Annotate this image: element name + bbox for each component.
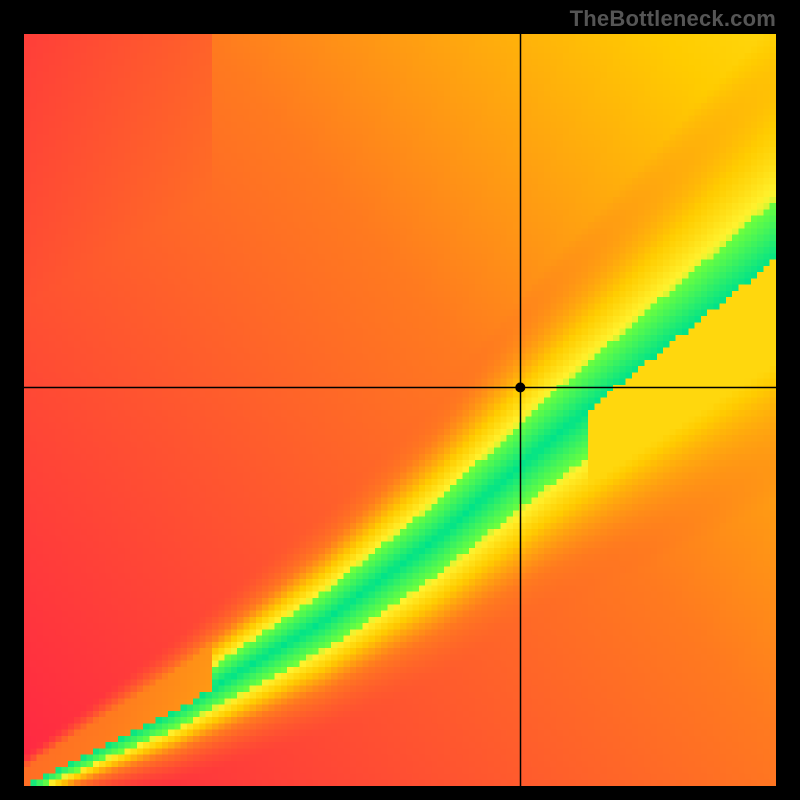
- overlay-canvas: [24, 34, 776, 786]
- plot-area: [24, 34, 776, 786]
- watermark-text: TheBottleneck.com: [570, 6, 776, 32]
- chart-frame: TheBottleneck.com: [0, 0, 800, 800]
